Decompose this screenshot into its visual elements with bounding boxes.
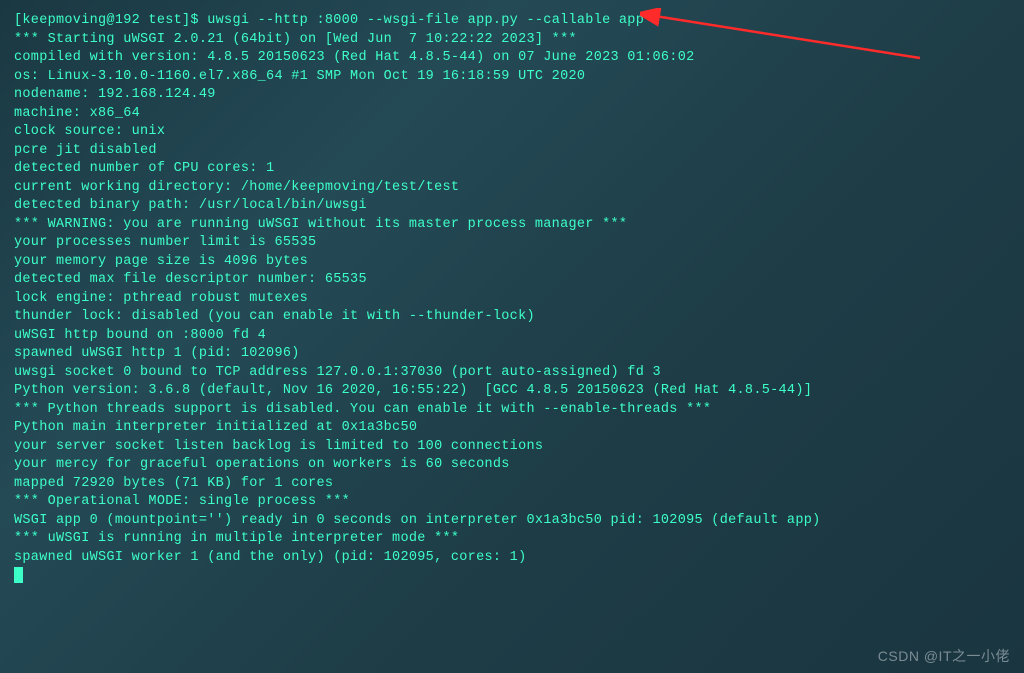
output-line: *** uWSGI is running in multiple interpr… xyxy=(14,530,1010,549)
output-line: lock engine: pthread robust mutexes xyxy=(14,290,1010,309)
output-line: uWSGI http bound on :8000 fd 4 xyxy=(14,327,1010,346)
output-line: nodename: 192.168.124.49 xyxy=(14,86,1010,105)
cursor-line xyxy=(14,567,1010,586)
output-line: pcre jit disabled xyxy=(14,142,1010,161)
output-line: WSGI app 0 (mountpoint='') ready in 0 se… xyxy=(14,512,1010,531)
output-line: mapped 72920 bytes (71 KB) for 1 cores xyxy=(14,475,1010,494)
prompt-prefix: [keepmoving@192 test]$ xyxy=(14,13,207,28)
output-line: your mercy for graceful operations on wo… xyxy=(14,456,1010,475)
output-line: clock source: unix xyxy=(14,123,1010,142)
output-line: spawned uWSGI worker 1 (and the only) (p… xyxy=(14,549,1010,568)
cursor-icon xyxy=(14,567,23,583)
output-line: your server socket listen backlog is lim… xyxy=(14,438,1010,457)
output-line: *** Operational MODE: single process *** xyxy=(14,493,1010,512)
output-line: your processes number limit is 65535 xyxy=(14,234,1010,253)
output-line: your memory page size is 4096 bytes xyxy=(14,253,1010,272)
output-line: detected max file descriptor number: 655… xyxy=(14,271,1010,290)
output-line: compiled with version: 4.8.5 20150623 (R… xyxy=(14,49,1010,68)
watermark: CSDN @IT之一小佬 xyxy=(878,647,1010,666)
output-line: *** WARNING: you are running uWSGI witho… xyxy=(14,216,1010,235)
output-line: *** Starting uWSGI 2.0.21 (64bit) on [We… xyxy=(14,31,1010,50)
output-line: os: Linux-3.10.0-1160.el7.x86_64 #1 SMP … xyxy=(14,68,1010,87)
output-line: spawned uWSGI http 1 (pid: 102096) xyxy=(14,345,1010,364)
output-line: current working directory: /home/keepmov… xyxy=(14,179,1010,198)
output-line: Python main interpreter initialized at 0… xyxy=(14,419,1010,438)
output-line: detected number of CPU cores: 1 xyxy=(14,160,1010,179)
output-line: detected binary path: /usr/local/bin/uws… xyxy=(14,197,1010,216)
output-line: machine: x86_64 xyxy=(14,105,1010,124)
output-line: uwsgi socket 0 bound to TCP address 127.… xyxy=(14,364,1010,383)
terminal-output[interactable]: [keepmoving@192 test]$ uwsgi --http :800… xyxy=(14,12,1010,586)
output-line: thunder lock: disabled (you can enable i… xyxy=(14,308,1010,327)
prompt-line: [keepmoving@192 test]$ uwsgi --http :800… xyxy=(14,12,1010,31)
prompt-command: uwsgi --http :8000 --wsgi-file app.py --… xyxy=(207,13,644,28)
output-line: Python version: 3.6.8 (default, Nov 16 2… xyxy=(14,382,1010,401)
output-line: *** Python threads support is disabled. … xyxy=(14,401,1010,420)
